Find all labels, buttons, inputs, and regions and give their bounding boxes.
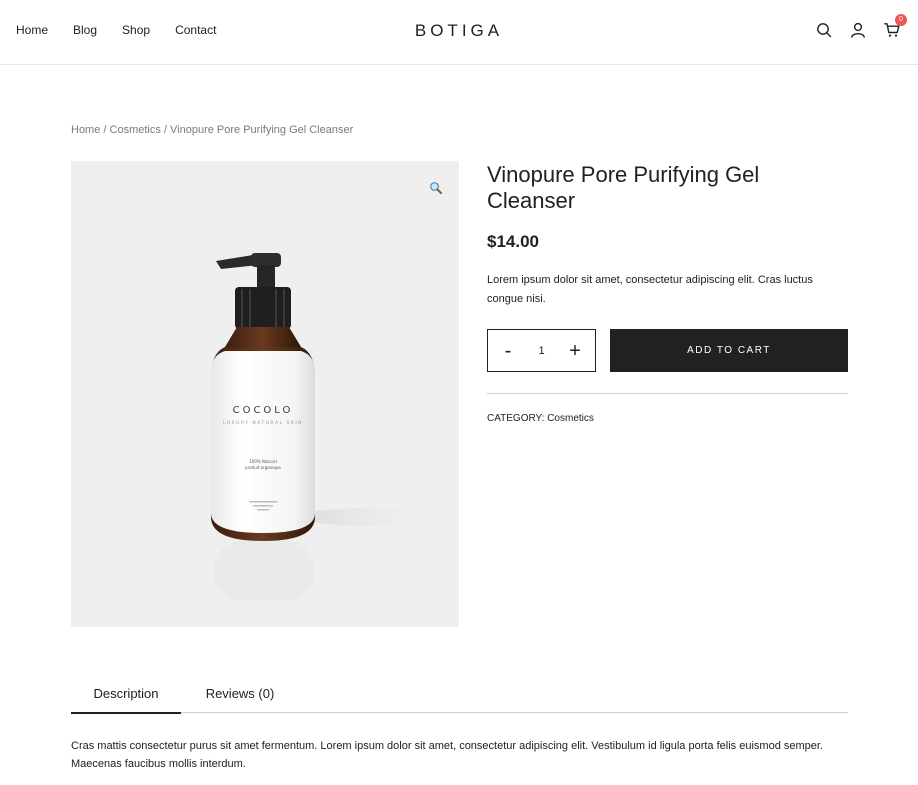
divider	[487, 393, 848, 394]
category-label: CATEGORY:	[487, 413, 545, 424]
product-tabs: Description Reviews (0)	[71, 675, 848, 714]
product-image-tagline: LUXURY NATURAL SKIN	[223, 420, 303, 426]
product-short-description: Lorem ipsum dolor sit amet, consectetur …	[487, 274, 813, 305]
cart-button[interactable]: 0	[882, 14, 907, 40]
tab-reviews[interactable]: Reviews (0)	[195, 675, 285, 713]
breadcrumb-separator: /	[160, 124, 171, 136]
product-category: CATEGORY: Cosmetics	[487, 413, 594, 424]
breadcrumb: Home / Cosmetics / Vinopure Pore Purifyi…	[71, 124, 353, 136]
qty-increase-button[interactable]: +	[567, 341, 583, 361]
description-text: Cras mattis consectetur purus sit amet f…	[71, 740, 823, 770]
quantity-stepper: - 1 +	[487, 329, 596, 372]
qty-decrease-button[interactable]: -	[500, 341, 516, 361]
product-price: $14.00	[487, 232, 539, 251]
breadcrumb-category[interactable]: Cosmetics	[110, 124, 161, 136]
cart-count-badge: 0	[895, 14, 907, 26]
user-icon[interactable]	[848, 20, 868, 40]
product-title: Vinopure Pore Purifying Gel Cleanser	[487, 162, 760, 213]
header-icons: 0	[800, 14, 907, 40]
product-image-line1: 100% Natural	[249, 459, 276, 464]
site-logo[interactable]: BOTIGA	[0, 21, 918, 41]
category-link[interactable]: Cosmetics	[547, 413, 594, 424]
breadcrumb-separator: /	[100, 124, 110, 136]
breadcrumb-current: Vinopure Pore Purifying Gel Cleanser	[170, 124, 354, 136]
site-header: Home Blog Shop Contact BOTIGA 0	[0, 0, 918, 65]
breadcrumb-home[interactable]: Home	[71, 124, 100, 136]
search-icon[interactable]	[814, 20, 834, 40]
quantity-input[interactable]: 1	[538, 345, 544, 357]
tab-description[interactable]: Description	[71, 675, 181, 714]
product-image: COCOLO LUXURY NATURAL SKIN 100% Natural …	[211, 253, 441, 601]
product-image-brand: COCOLO	[233, 405, 294, 416]
add-to-cart-button[interactable]: ADD TO CART	[610, 329, 848, 372]
product-image-line2: produit organique	[245, 465, 281, 470]
product-gallery[interactable]: COCOLO LUXURY NATURAL SKIN 100% Natural …	[71, 161, 459, 627]
